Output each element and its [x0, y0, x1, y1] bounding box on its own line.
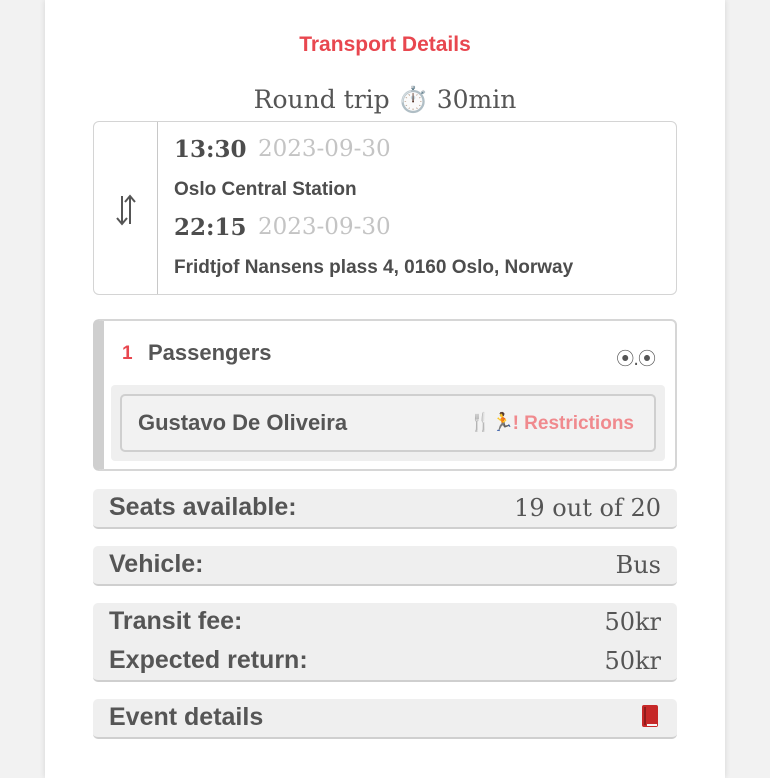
departure-time: 13:30: [174, 136, 247, 163]
view-toggle-icon[interactable]: ⦿.⦿: [616, 345, 656, 371]
transit-fee-label: Transit fee:: [109, 607, 243, 635]
fees-row: Transit fee: 50kr Expected return: 50kr: [93, 603, 677, 682]
expected-return-label: Expected return:: [109, 646, 308, 674]
trip-summary: Round trip ⏱️ 30min: [253, 85, 517, 114]
route-card: 13:30 2023-09-30 Oslo Central Station 22…: [93, 121, 677, 295]
passenger-count: 1: [122, 343, 133, 364]
page-title: Transport Details: [299, 33, 471, 56]
restriction-icons: 🍴🏃: [469, 412, 514, 433]
passengers-heading: Passengers: [148, 340, 272, 365]
vehicle-value: Bus: [615, 551, 661, 579]
vehicle-row: Vehicle: Bus: [93, 546, 677, 586]
seats-value: 19 out of 20: [514, 494, 661, 522]
departure-location: Oslo Central Station: [174, 179, 357, 200]
route-swap-column[interactable]: [94, 122, 158, 294]
passenger-list: Gustavo De Oliveira 🍴🏃 ! Restrictions: [111, 385, 665, 461]
seats-row: Seats available: 19 out of 20: [93, 489, 677, 529]
expected-return-value: 50kr: [604, 647, 661, 675]
return-time: 22:15: [174, 214, 247, 241]
passenger-item[interactable]: Gustavo De Oliveira 🍴🏃 ! Restrictions: [120, 394, 656, 452]
vehicle-label: Vehicle:: [109, 550, 204, 578]
passengers-card: 1 Passengers ⦿.⦿ Gustavo De Oliveira 🍴🏃 …: [93, 319, 677, 471]
seats-label: Seats available:: [109, 493, 297, 521]
book-icon[interactable]: [641, 704, 659, 728]
return-location: Fridtjof Nansens plass 4, 0160 Oslo, Nor…: [174, 257, 574, 278]
departure-date: 2023-09-30: [258, 136, 391, 162]
restrictions-link[interactable]: ! Restrictions: [513, 413, 634, 435]
return-date: 2023-09-30: [258, 214, 391, 240]
transit-fee-value: 50kr: [604, 608, 661, 636]
swap-direction-icon[interactable]: [114, 192, 138, 228]
event-details-label: Event details: [109, 703, 264, 731]
passenger-name: Gustavo De Oliveira: [138, 410, 348, 435]
event-details-row[interactable]: Event details: [93, 699, 677, 739]
transport-details-panel: Transport Details Round trip ⏱️ 30min 13…: [45, 0, 725, 778]
